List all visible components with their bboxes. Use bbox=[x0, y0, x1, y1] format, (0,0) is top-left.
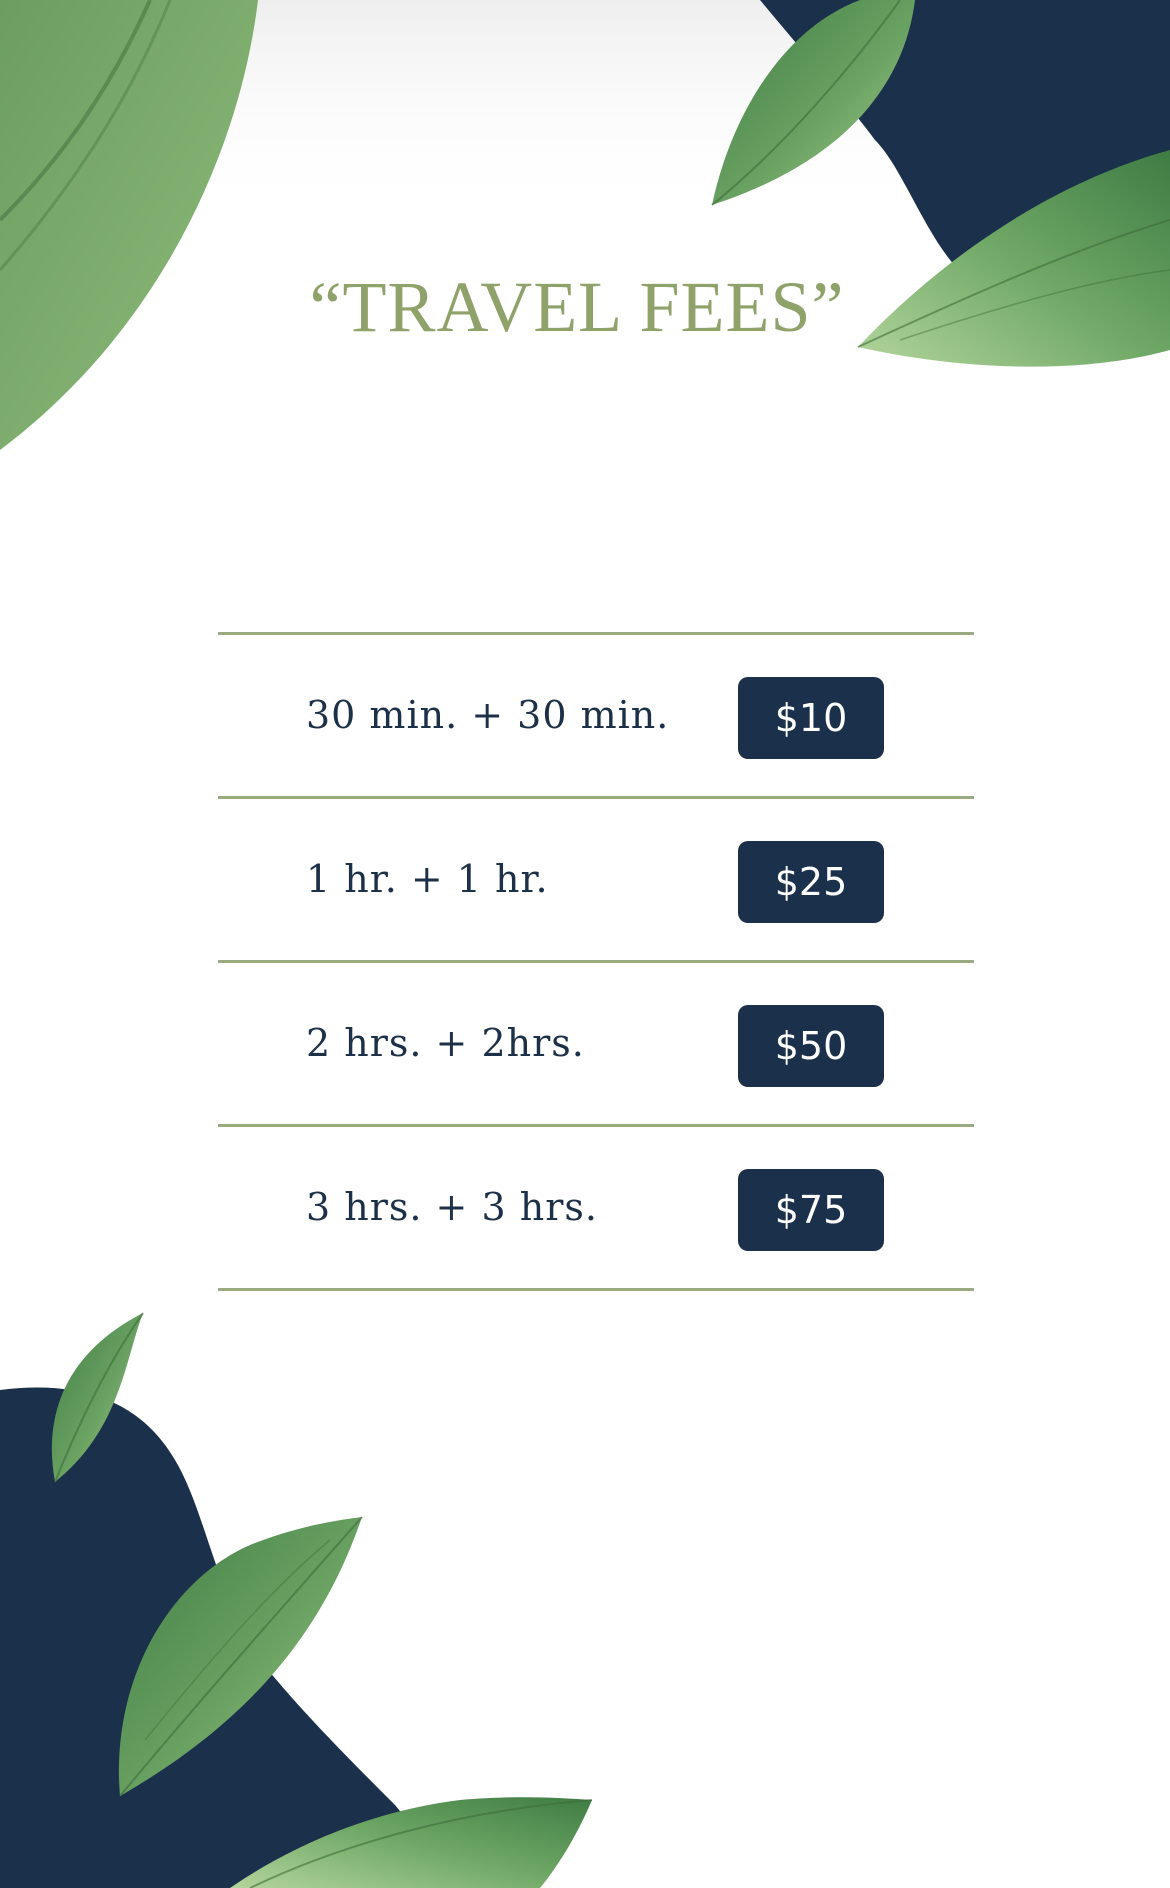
fee-row: 30 min. + 30 min. $10 bbox=[218, 635, 974, 796]
fee-price-badge: $75 bbox=[738, 1169, 884, 1251]
fee-duration-label: 3 hrs. + 3 hrs. bbox=[306, 1185, 598, 1229]
fee-row: 1 hr. + 1 hr. $25 bbox=[218, 799, 974, 960]
fee-price-badge: $25 bbox=[738, 841, 884, 923]
fee-duration-label: 1 hr. + 1 hr. bbox=[306, 857, 549, 901]
page-title: “TRAVEL FEES” bbox=[309, 267, 845, 347]
fee-row: 3 hrs. + 3 hrs. $75 bbox=[218, 1127, 974, 1288]
fee-price-badge: $50 bbox=[738, 1005, 884, 1087]
divider bbox=[218, 1288, 974, 1291]
fee-duration-label: 2 hrs. + 2hrs. bbox=[306, 1021, 585, 1065]
fee-duration-label: 30 min. + 30 min. bbox=[306, 693, 670, 737]
travel-fee-table: 30 min. + 30 min. $10 1 hr. + 1 hr. $25 … bbox=[218, 632, 974, 1291]
fee-price-badge: $10 bbox=[738, 677, 884, 759]
fee-row: 2 hrs. + 2hrs. $50 bbox=[218, 963, 974, 1124]
